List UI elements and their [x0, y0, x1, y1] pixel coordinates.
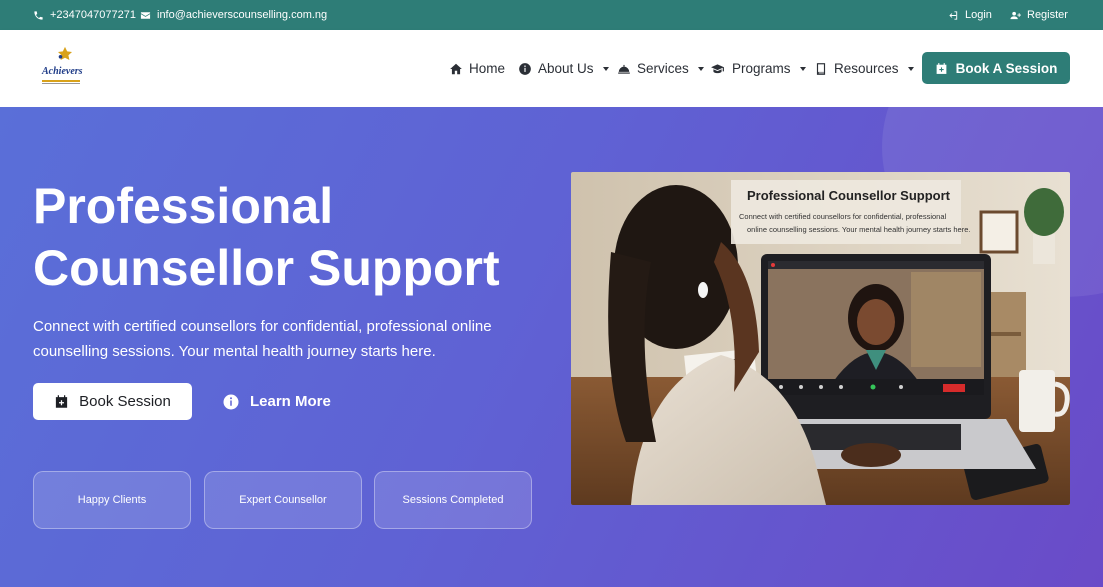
- phone-icon: [34, 10, 43, 20]
- nav-resources-label: Resources: [834, 61, 899, 76]
- chevron-down-icon: [907, 66, 914, 71]
- login-link[interactable]: Login: [948, 0, 992, 30]
- image-overlay-title: Professional Counsellor Support: [747, 188, 951, 203]
- nav-programs-label: Programs: [732, 61, 791, 76]
- main-navbar: Achievers Home About Us Services Program…: [0, 30, 1103, 107]
- hero-image: Professional Counsellor Support Connect …: [571, 172, 1070, 505]
- hero-title-line1: Professional: [33, 178, 334, 234]
- learn-more-label: Learn More: [250, 393, 331, 410]
- user-plus-icon: [1010, 11, 1021, 19]
- stat-card-expert-counsellor: Expert Counsellor: [204, 471, 362, 529]
- phone-number: +2347047077271: [50, 9, 136, 21]
- sign-in-icon: [949, 10, 958, 20]
- book-icon: [816, 62, 826, 75]
- graduation-cap-icon: [711, 63, 724, 73]
- envelope-icon: [140, 11, 151, 19]
- chevron-down-icon: [602, 66, 609, 71]
- info-icon: [519, 62, 531, 75]
- book-session-button[interactable]: Book Session: [33, 383, 192, 420]
- stat-card-sessions-completed: Sessions Completed: [374, 471, 532, 529]
- calendar-plus-icon: [936, 62, 946, 74]
- nav-services[interactable]: Services: [617, 30, 704, 107]
- top-contact-bar: +2347047077271 info@achieverscounselling…: [0, 0, 1103, 30]
- logo-text: Achievers: [42, 66, 83, 77]
- email-address: info@achieverscounselling.com.ng: [157, 9, 328, 21]
- nav-home[interactable]: Home: [449, 30, 505, 107]
- book-session-label: Book Session: [79, 393, 171, 410]
- stat-label: Happy Clients: [77, 494, 147, 506]
- nav-programs[interactable]: Programs: [709, 30, 806, 107]
- login-label: Login: [965, 9, 992, 21]
- calendar-plus-icon: [56, 395, 68, 408]
- home-icon: [450, 63, 462, 74]
- book-a-session-button[interactable]: Book A Session: [922, 52, 1070, 84]
- hero-section: Professional Counsellor Support Connect …: [0, 107, 1103, 587]
- hero-title: Professional Counsellor Support: [33, 175, 553, 299]
- stat-label: Sessions Completed: [402, 494, 504, 506]
- stat-label: Expert Counsellor: [239, 494, 327, 506]
- stat-card-happy-clients: Happy Clients: [33, 471, 191, 529]
- nav-resources[interactable]: Resources: [814, 30, 914, 107]
- site-logo[interactable]: Achievers: [38, 46, 84, 88]
- logo-star-icon: [57, 46, 73, 61]
- email-contact[interactable]: info@achieverscounselling.com.ng: [140, 0, 327, 30]
- register-label: Register: [1027, 9, 1068, 21]
- register-link[interactable]: Register: [1010, 0, 1068, 30]
- service-bell-icon: [618, 64, 630, 74]
- counselling-session-illustration: Professional Counsellor Support Connect …: [571, 172, 1070, 505]
- chevron-down-icon: [799, 66, 806, 71]
- nav-about-us[interactable]: About Us: [518, 30, 609, 107]
- logo-tagline: [42, 83, 80, 84]
- image-overlay-text-2: online counselling sessions. Your mental…: [747, 225, 970, 234]
- book-a-session-label: Book A Session: [955, 60, 1058, 76]
- phone-contact[interactable]: +2347047077271: [33, 0, 136, 30]
- nav-home-label: Home: [469, 61, 506, 76]
- hero-subtitle: Connect with certified counsellors for c…: [33, 318, 492, 360]
- learn-more-button[interactable]: Learn More: [222, 383, 331, 420]
- hero-title-line2: Counsellor Support: [33, 240, 500, 296]
- nav-about-label: About Us: [538, 61, 594, 76]
- chevron-down-icon: [697, 66, 704, 71]
- image-overlay-text-1: Connect with certified counsellors for c…: [739, 212, 947, 221]
- info-circle-icon: [223, 394, 239, 409]
- nav-services-label: Services: [637, 61, 689, 76]
- logo-underline: [42, 80, 80, 82]
